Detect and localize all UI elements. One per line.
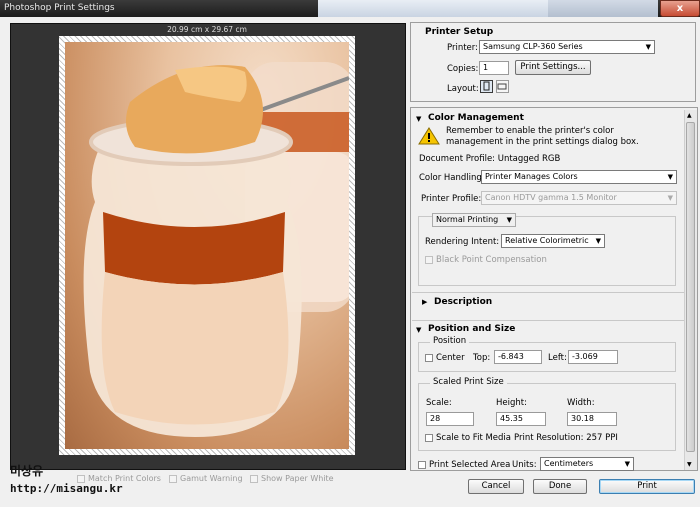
normal-printing-select[interactable]: Normal Printing ▼ <box>432 213 516 227</box>
center-label: Center <box>436 353 465 363</box>
layout-label: Layout: <box>447 84 479 94</box>
watermark-name: 미상유 <box>10 464 44 478</box>
print-settings-button[interactable]: Print Settings... <box>515 60 591 75</box>
chevron-down-icon: ▼ <box>645 43 651 51</box>
description-title[interactable]: Description <box>434 297 492 307</box>
top-label: Top: <box>473 353 491 363</box>
print-selected-area-checkbox[interactable] <box>418 461 426 469</box>
scroll-down-icon[interactable]: ▼ <box>687 461 692 468</box>
landscape-layout-icon[interactable] <box>496 80 509 93</box>
portrait-layout-icon[interactable] <box>480 80 493 93</box>
preview-image[interactable] <box>65 42 349 449</box>
show-paper-white-label: Show Paper White <box>261 474 334 483</box>
divider <box>412 320 684 321</box>
copies-label: Copies: <box>447 64 479 74</box>
height-input[interactable]: 45.35 <box>496 412 546 426</box>
height-label: Height: <box>496 398 527 408</box>
gamut-warning-checkbox[interactable] <box>169 474 177 483</box>
top-input[interactable]: -6.843 <box>494 350 542 364</box>
scrollbar-thumb[interactable] <box>686 122 695 452</box>
warning-icon <box>418 127 440 148</box>
background-window-2 <box>548 0 658 17</box>
scroll-up-icon[interactable]: ▲ <box>687 112 692 119</box>
watermark-url: http://misangu.kr <box>10 482 123 495</box>
document-profile: Document Profile: Untagged RGB <box>419 154 561 164</box>
rendering-intent-label: Rendering Intent: <box>425 237 500 247</box>
chevron-down-icon: ▼ <box>506 216 512 224</box>
printer-setup-panel: Printer Setup Printer: Samsung CLP-360 S… <box>410 22 696 102</box>
normal-printing-value: Normal Printing <box>436 215 499 224</box>
scale-to-fit-option[interactable]: Scale to Fit Media <box>425 433 511 443</box>
cancel-button[interactable]: Cancel <box>468 479 524 494</box>
match-print-colors-label: Match Print Colors <box>88 474 161 483</box>
copies-input[interactable]: 1 <box>479 61 509 75</box>
print-button[interactable]: Print <box>599 479 695 494</box>
printer-label: Printer: <box>447 43 478 53</box>
paper-dimensions: 20.99 cm x 29.67 cm <box>167 25 247 34</box>
printer-profile-label: Printer Profile: <box>421 194 482 204</box>
left-label: Left: <box>548 353 567 363</box>
rendering-intent-select[interactable]: Relative Colorimetric ▼ <box>501 234 605 248</box>
printer-setup-title: Printer Setup <box>425 27 494 37</box>
units-label: Units: <box>512 460 537 470</box>
window-title: Photoshop Print Settings <box>4 3 115 13</box>
scale-to-fit-label: Scale to Fit Media <box>436 433 512 443</box>
collapse-triangle-icon[interactable]: ▼ <box>416 115 421 123</box>
color-management-warning: Remember to enable the printer's color m… <box>446 126 639 147</box>
units-select[interactable]: Centimeters ▼ <box>540 457 634 471</box>
show-paper-white-checkbox[interactable] <box>250 474 258 483</box>
scale-label: Scale: <box>426 398 452 408</box>
printer-profile-select[interactable]: Canon HDTV gamma 1.5 Monitor ▼ <box>481 191 677 205</box>
units-value: Centimeters <box>544 459 594 468</box>
pudding-photo <box>83 62 349 437</box>
title-bar: Photoshop Print Settings x <box>0 0 700 17</box>
chevron-down-icon: ▼ <box>667 194 673 202</box>
print-selected-area-option[interactable]: Print Selected Area <box>418 460 510 470</box>
collapse-triangle-icon[interactable]: ▼ <box>416 326 421 334</box>
black-point-checkbox[interactable] <box>425 256 433 264</box>
close-button[interactable]: x <box>660 0 700 17</box>
color-handling-select[interactable]: Printer Manages Colors ▼ <box>481 170 677 184</box>
color-handling-value: Printer Manages Colors <box>485 172 578 181</box>
color-management-title[interactable]: Color Management <box>428 113 524 123</box>
expand-triangle-icon[interactable]: ▶ <box>422 298 427 306</box>
print-resolution: Print Resolution: 257 PPI <box>514 433 618 443</box>
position-group-title: Position <box>430 336 470 346</box>
background-window <box>318 0 548 17</box>
center-checkbox[interactable] <box>425 354 433 362</box>
match-print-colors-checkbox[interactable] <box>77 474 85 483</box>
divider <box>412 292 684 293</box>
center-option[interactable]: Center <box>425 353 465 363</box>
match-print-colors-option[interactable]: Match Print Colors <box>77 474 161 483</box>
rendering-intent-value: Relative Colorimetric <box>505 236 589 245</box>
scale-to-fit-checkbox[interactable] <box>425 434 433 442</box>
black-point-label: Black Point Compensation <box>436 255 547 265</box>
gamut-warning-option[interactable]: Gamut Warning <box>169 474 243 483</box>
scale-input[interactable]: 28 <box>426 412 474 426</box>
width-label: Width: <box>567 398 595 408</box>
chevron-down-icon: ▼ <box>667 173 673 181</box>
print-selected-area-label: Print Selected Area <box>429 460 511 470</box>
chevron-down-icon: ▼ <box>595 237 601 245</box>
position-size-title[interactable]: Position and Size <box>428 324 515 334</box>
left-input[interactable]: -3.069 <box>568 350 618 364</box>
gamut-warning-label: Gamut Warning <box>180 474 243 483</box>
width-input[interactable]: 30.18 <box>567 412 617 426</box>
color-handling-label: Color Handling: <box>419 173 485 183</box>
printer-select[interactable]: Samsung CLP-360 Series ▼ <box>479 40 655 54</box>
black-point-option[interactable]: Black Point Compensation <box>425 255 547 265</box>
printer-profile-value: Canon HDTV gamma 1.5 Monitor <box>485 193 617 202</box>
done-button[interactable]: Done <box>533 479 587 494</box>
show-paper-white-option[interactable]: Show Paper White <box>250 474 334 483</box>
printer-value: Samsung CLP-360 Series <box>483 42 583 51</box>
scaled-print-size-title: Scaled Print Size <box>430 377 507 387</box>
chevron-down-icon: ▼ <box>624 460 630 468</box>
